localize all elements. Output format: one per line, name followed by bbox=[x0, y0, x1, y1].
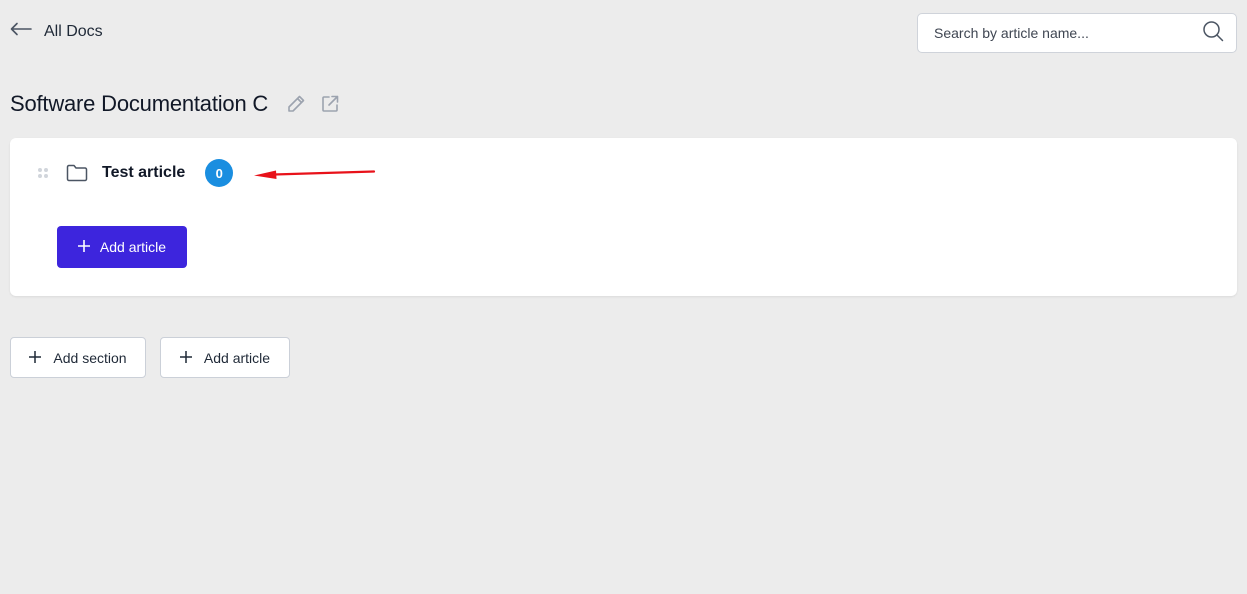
plus-icon bbox=[77, 239, 90, 255]
plus-icon bbox=[29, 350, 42, 366]
annotation-arrow-icon bbox=[254, 170, 376, 179]
add-section-label: Add section bbox=[53, 349, 127, 366]
search-box[interactable] bbox=[917, 13, 1237, 53]
back-link-label: All Docs bbox=[44, 22, 103, 40]
folder-icon bbox=[66, 164, 88, 182]
section-row: Test article 0 bbox=[38, 159, 234, 187]
add-article-label: Add article bbox=[203, 349, 271, 366]
external-link-icon[interactable] bbox=[320, 94, 340, 114]
arrow-left-icon bbox=[10, 22, 32, 41]
article-count-badge: 0 bbox=[205, 159, 234, 187]
add-article-label: Add article bbox=[99, 239, 167, 255]
add-article-button[interactable]: Add article bbox=[160, 337, 290, 378]
search-icon[interactable] bbox=[1202, 20, 1224, 47]
plus-icon bbox=[179, 350, 192, 366]
drag-handle-icon[interactable] bbox=[38, 168, 48, 178]
add-article-in-section-button[interactable]: Add article bbox=[57, 226, 187, 268]
section-card: Test article 0 Add article bbox=[10, 138, 1237, 296]
section-name[interactable]: Test article bbox=[102, 164, 185, 182]
page-title: Software Documentation C bbox=[10, 91, 269, 116]
doc-title-row: Software Documentation C bbox=[10, 91, 340, 117]
pencil-icon[interactable] bbox=[286, 94, 306, 114]
add-section-button[interactable]: Add section bbox=[10, 337, 146, 378]
back-to-all-docs-link[interactable]: All Docs bbox=[10, 22, 103, 41]
search-input[interactable] bbox=[934, 25, 1202, 41]
